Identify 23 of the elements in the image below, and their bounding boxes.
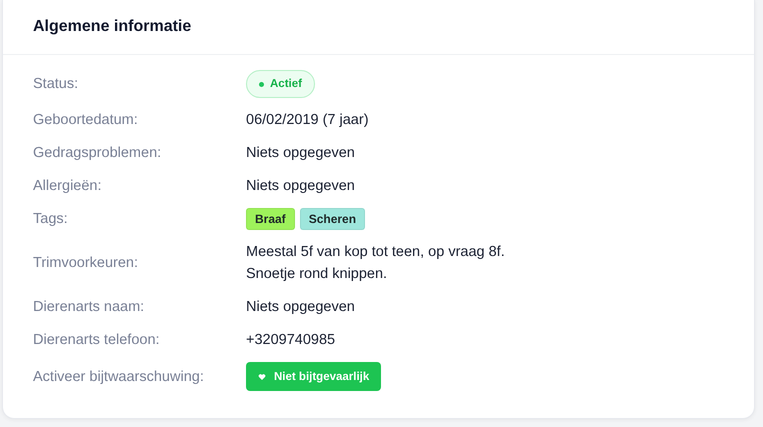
field-value: Niets opgegeven <box>246 298 356 317</box>
field-label: Gedragsproblemen: <box>33 144 162 163</box>
field-label: Geboortedatum: <box>33 111 139 130</box>
bite-warning-button[interactable]: Niet bijtgevaarlijk <box>246 362 382 391</box>
card-title: Algemene informatie <box>33 18 192 36</box>
field-label: Trimvoorkeuren: <box>33 254 140 273</box>
field-label: Allergieën: <box>33 177 103 196</box>
field-label: Tags: <box>33 210 69 229</box>
field-value: Snoetje rond knippen. <box>246 265 388 284</box>
status-dot-icon <box>259 82 264 86</box>
field-label: Dierenarts telefoon: <box>33 331 161 350</box>
field-value: +3209740985 <box>246 331 336 350</box>
field-value: Niets opgegeven <box>246 177 356 196</box>
field-label: Activeer bijtwaarschuwing: <box>33 368 205 386</box>
field-value: 06/02/2019 (7 jaar) <box>246 111 370 130</box>
field-label: Dierenarts naam: <box>33 298 146 317</box>
field-value: Meestal 5f van kop tot teen, op vraag 8f. <box>246 243 506 262</box>
field-value: Niets opgegeven <box>246 144 356 163</box>
heart-icon <box>258 372 266 380</box>
tag: Braaf <box>246 208 295 230</box>
field-label: Status: <box>33 75 80 94</box>
status-badge: Actief <box>246 70 315 98</box>
tag: Scheren <box>300 208 366 230</box>
